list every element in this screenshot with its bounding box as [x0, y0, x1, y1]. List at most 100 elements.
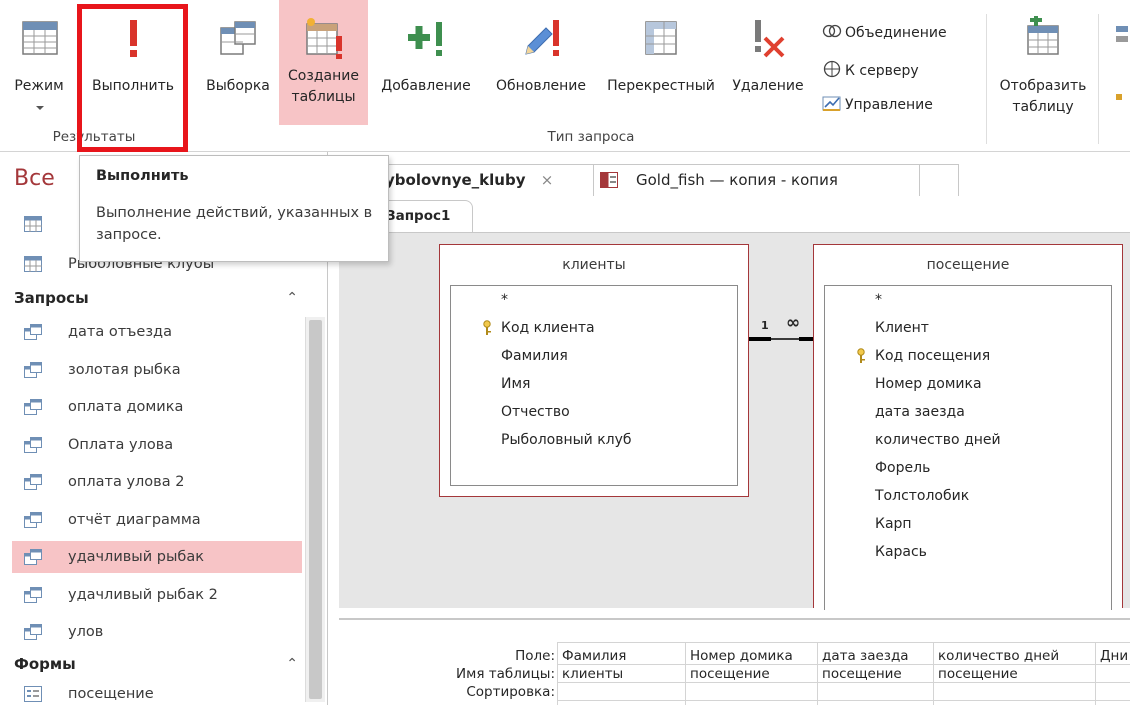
- field-item[interactable]: Код посещения: [875, 346, 990, 366]
- update-query-button[interactable]: Обновление: [482, 0, 600, 125]
- field-item[interactable]: дата заезда: [875, 402, 965, 422]
- append-query-label: Добавление: [381, 78, 471, 94]
- field-item[interactable]: *: [501, 290, 508, 310]
- field-item[interactable]: Форель: [875, 458, 930, 478]
- query-icon: [24, 549, 42, 565]
- append-plus-icon: [408, 22, 442, 56]
- field-item[interactable]: количество дней: [875, 430, 1001, 450]
- grid-field-cell[interactable]: количество дней: [934, 647, 1094, 665]
- nav-query-item[interactable]: удачливый рыбак 2: [12, 579, 302, 611]
- pass-through-button[interactable]: К серверу: [822, 60, 919, 81]
- union-query-button[interactable]: Объединение: [822, 22, 947, 43]
- grid-field-cell[interactable]: Номер домика: [686, 647, 816, 665]
- field-item[interactable]: Код клиента: [501, 318, 595, 338]
- table-box-clients[interactable]: клиенты * Код клиента Фамилия Имя Отчество Ры…: [439, 244, 749, 497]
- primary-key-icon: [857, 348, 865, 363]
- nav-query-item[interactable]: оплата улова 2: [12, 466, 302, 498]
- mode-label: Режим: [14, 78, 64, 94]
- nav-scroll-thumb[interactable]: [309, 320, 322, 699]
- row-label-table: Имя таблицы:: [456, 666, 555, 682]
- table-box-visits[interactable]: посещение * Клиент Код посещения Номер доми…: [813, 244, 1123, 610]
- field-item[interactable]: *: [875, 290, 882, 310]
- access-file-icon: [600, 172, 618, 188]
- relation-many-label: ∞: [786, 313, 801, 333]
- grid-field-cell[interactable]: Фамилия: [558, 647, 684, 665]
- nav-item-label: золотая рыбка: [68, 361, 181, 378]
- nav-item-label: удачливый рыбак: [68, 549, 205, 565]
- make-table-button[interactable]: Создание таблицы: [279, 0, 368, 125]
- field-item[interactable]: Имя: [501, 374, 530, 394]
- append-query-button[interactable]: Добавление: [372, 0, 480, 125]
- grid-table-cell[interactable]: клиенты: [558, 665, 684, 683]
- crosstab-query-button[interactable]: Перекрестный: [602, 0, 720, 125]
- grid-table-cell[interactable]: посещение: [818, 665, 932, 683]
- crosstab-icon: [645, 21, 677, 55]
- field-item[interactable]: Карась: [875, 542, 927, 562]
- close-icon[interactable]: ×: [541, 171, 554, 189]
- more-tools-icon[interactable]: [1114, 24, 1130, 134]
- relationship-line[interactable]: [749, 323, 821, 349]
- field-item[interactable]: Карп: [875, 514, 912, 534]
- query-type-group-label: Тип запроса: [547, 129, 635, 145]
- tab-query1[interactable]: Запрос1: [381, 200, 473, 232]
- grid-field-cell[interactable]: дата заезда: [818, 647, 932, 665]
- nav-section-label: Формы: [14, 655, 76, 673]
- nav-section-queries[interactable]: Запросы ⌃: [14, 284, 304, 312]
- select-query-icon: [220, 21, 256, 55]
- nav-header[interactable]: Все: [14, 166, 55, 191]
- query-design-pane[interactable]: клиенты * Код клиента Фамилия Имя Отчество Ры…: [339, 233, 1130, 685]
- delete-x-icon: [755, 20, 785, 58]
- collapse-icon[interactable]: ⌃: [286, 284, 298, 312]
- nav-form-item[interactable]: посещение: [12, 678, 302, 705]
- nav-query-item[interactable]: отчёт диаграмма: [12, 504, 302, 536]
- nav-query-item[interactable]: дата отъезда: [12, 316, 302, 348]
- form-icon: [24, 686, 42, 702]
- show-table-label-1: Отобразить: [999, 78, 1087, 94]
- nav-query-item[interactable]: оплата домика: [12, 391, 302, 423]
- nav-section-label: Запросы: [14, 289, 89, 307]
- nav-section-forms[interactable]: Формы ⌃: [14, 650, 304, 678]
- grid-field-cell[interactable]: Дни: [1096, 647, 1130, 665]
- nav-query-item[interactable]: Оплата улова: [12, 429, 302, 461]
- nav-query-item[interactable]: удачливый рыбак: [12, 541, 302, 573]
- query-icon: [24, 624, 42, 640]
- delete-query-button[interactable]: Удаление: [722, 0, 814, 125]
- grid-table-cell[interactable]: посещение: [934, 665, 1094, 683]
- grid-line: [557, 700, 1130, 701]
- make-table-label-1: Создание: [288, 68, 359, 84]
- nav-scrollbar[interactable]: [305, 317, 325, 702]
- nav-query-item[interactable]: улов: [12, 616, 302, 648]
- show-table-icon: [1027, 16, 1059, 55]
- mode-button[interactable]: Режим: [0, 0, 80, 125]
- show-table-button[interactable]: Отобразить таблицу: [992, 0, 1094, 125]
- nav-item-label: оплата домика: [68, 399, 184, 415]
- datasheet-view-icon: [22, 21, 58, 55]
- mode-dropdown-icon[interactable]: [36, 106, 44, 110]
- data-definition-button[interactable]: Управление: [822, 94, 933, 115]
- query-icon: [24, 474, 42, 490]
- make-table-label-2: таблицы: [291, 89, 356, 105]
- data-definition-label: Управление: [845, 97, 933, 113]
- nav-query-item[interactable]: золотая рыбка: [12, 354, 302, 386]
- select-query-button[interactable]: Выборка: [200, 0, 276, 125]
- collapse-icon[interactable]: ⌃: [286, 650, 298, 678]
- nav-item-label: посещение: [68, 686, 154, 702]
- field-item[interactable]: Клиент: [875, 318, 929, 338]
- primary-key-icon: [483, 320, 491, 335]
- tab-gold-fish-copy[interactable]: Gold_fish — копия - копия: [593, 164, 921, 196]
- field-item[interactable]: Отчество: [501, 402, 570, 422]
- primary-key-icon: [855, 348, 867, 364]
- run-tooltip: Выполнить Выполнение действий, указанных…: [79, 155, 389, 262]
- grid-table-cell[interactable]: посещение: [686, 665, 816, 683]
- table-icon: [24, 216, 42, 232]
- field-list[interactable]: * Код клиента Фамилия Имя Отчество Рыболовный…: [450, 285, 738, 486]
- field-item[interactable]: Толстолобик: [875, 486, 969, 506]
- tab-label: Gold_fish — копия - копия: [636, 171, 838, 189]
- query-icon: [24, 399, 42, 415]
- run-button[interactable]: Выполнить: [82, 0, 184, 125]
- field-item[interactable]: Номер домика: [875, 374, 982, 394]
- field-item[interactable]: Фамилия: [501, 346, 568, 366]
- field-list[interactable]: * Клиент Код посещения Номер домика дата зае…: [824, 285, 1112, 610]
- field-item[interactable]: Рыболовный клуб: [501, 430, 632, 450]
- tab-new[interactable]: [919, 164, 959, 196]
